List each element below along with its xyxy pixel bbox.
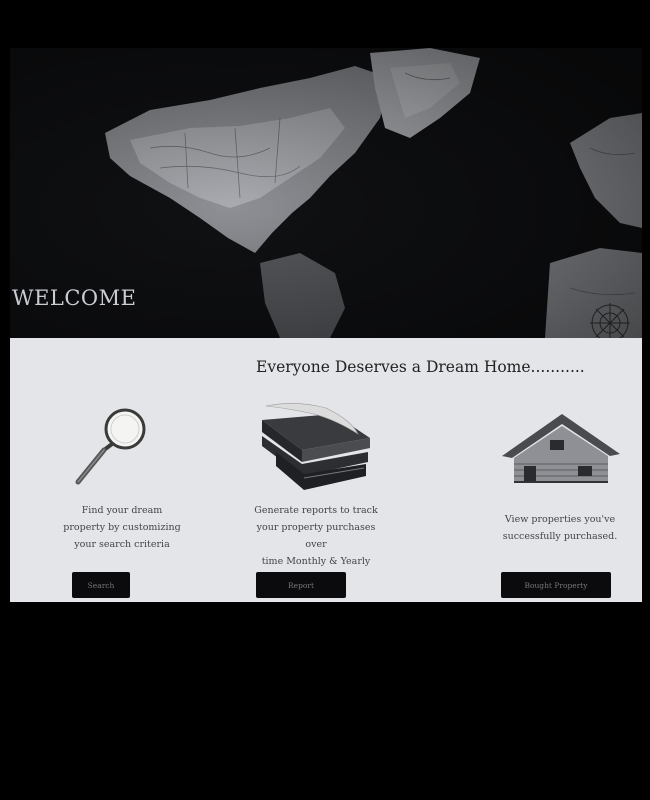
search-feature-description: Find your dream property by customizing … (63, 505, 181, 550)
bought-property-button[interactable]: Bought Property (501, 572, 611, 598)
welcome-heading: WELCOME (12, 286, 137, 310)
page-tagline: Everyone Deserves a Dream Home..........… (256, 358, 585, 376)
books-quill-icon (262, 403, 370, 490)
app-frame: WELCOME Everyone Deserves a Dream Home..… (10, 48, 642, 602)
search-button[interactable]: Search (72, 572, 130, 598)
hero-banner: WELCOME (10, 48, 642, 338)
house-icon (502, 414, 620, 483)
bought-property-feature-description: View properties you've successfully purc… (502, 514, 618, 542)
report-feature-description: Generate reports to track your property … (254, 505, 378, 567)
magnifying-glass-icon (75, 408, 146, 485)
report-button[interactable]: Report (256, 572, 346, 598)
